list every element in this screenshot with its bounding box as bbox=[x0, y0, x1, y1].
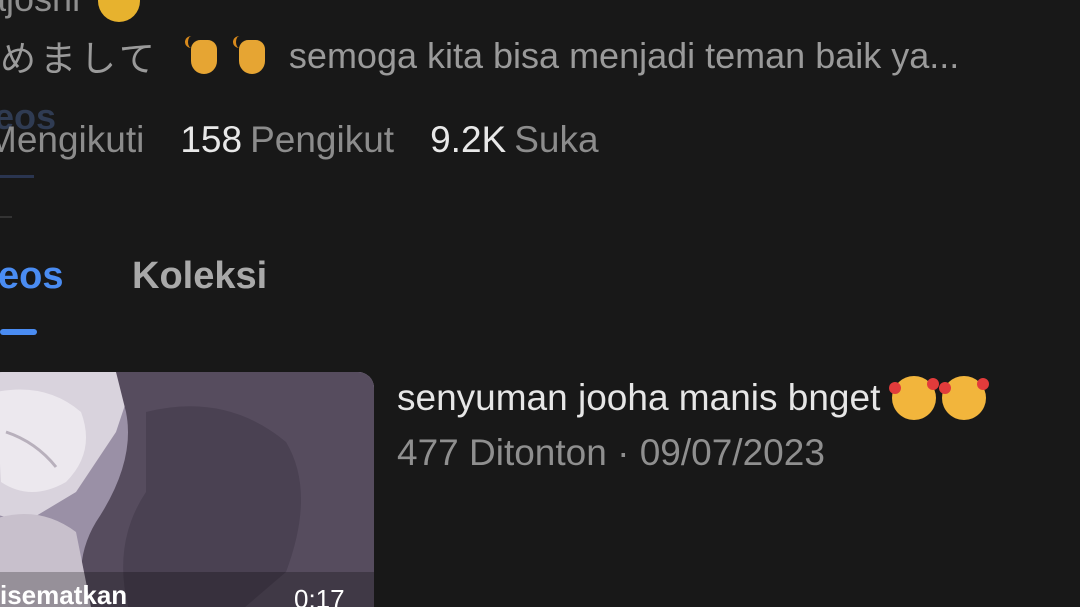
profile-stats: Mengikuti 158 Pengikut 9.2K Suka bbox=[0, 114, 599, 166]
profile-screen: ajoshi めまして semoga kita bisa menjadi tem… bbox=[0, 0, 1080, 607]
active-tab-indicator bbox=[0, 329, 37, 335]
username-text: ajoshi bbox=[0, 0, 80, 19]
likes-count[interactable]: 9.2K bbox=[430, 119, 506, 161]
followers-count[interactable]: 158 bbox=[180, 119, 242, 161]
video-date: 09/07/2023 bbox=[639, 432, 825, 473]
smiling-face-with-hearts-icon bbox=[939, 376, 990, 420]
smiling-face-with-hearts-icon bbox=[889, 376, 940, 420]
waving-hand-icon bbox=[184, 36, 225, 76]
divider bbox=[0, 216, 12, 218]
profile-tabs: eos Koleksi bbox=[0, 248, 1080, 304]
pinned-badge: isematkan bbox=[0, 580, 128, 607]
username: ajoshi bbox=[0, 0, 141, 23]
likes-label[interactable]: Suka bbox=[514, 119, 598, 161]
bio-japanese: めまして bbox=[0, 38, 159, 79]
tab-videos[interactable]: eos bbox=[0, 248, 63, 304]
video-duration: 0:17 bbox=[294, 584, 345, 607]
bio-text: semoga kita bisa menjadi teman baik ya..… bbox=[288, 35, 960, 76]
profile-bio: めまして semoga kita bisa menjadi teman baik… bbox=[0, 30, 959, 82]
followers-label[interactable]: Pengikut bbox=[250, 119, 394, 161]
ghost-tab-underline bbox=[0, 175, 34, 178]
grinning-face-icon bbox=[98, 0, 141, 23]
meta-separator: · bbox=[617, 432, 630, 473]
thumbnail-artwork bbox=[0, 372, 374, 607]
video-thumbnail[interactable]: isematkan 0:17 bbox=[0, 372, 374, 607]
waving-hand-icon bbox=[232, 36, 273, 76]
following-label[interactable]: Mengikuti bbox=[0, 119, 144, 161]
video-title-text: senyuman jooha manis bnget bbox=[397, 377, 881, 418]
video-list-item[interactable]: isematkan 0:17 senyuman jooha manis bnge… bbox=[0, 372, 1080, 607]
video-meta: 477 Ditonton · 09/07/2023 bbox=[397, 432, 825, 474]
video-title[interactable]: senyuman jooha manis bnget bbox=[397, 372, 990, 424]
video-views: 477 Ditonton bbox=[397, 432, 607, 473]
tab-koleksi[interactable]: Koleksi bbox=[132, 248, 267, 304]
